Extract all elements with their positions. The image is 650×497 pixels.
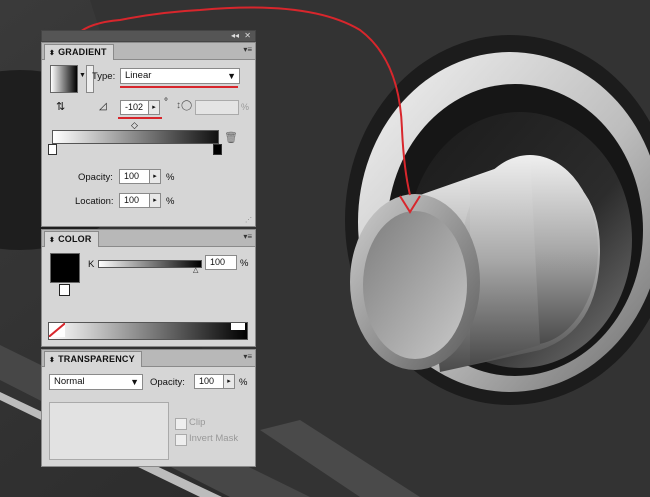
panel-menu-icon[interactable]: ▾≡ bbox=[243, 45, 252, 55]
type-select[interactable]: Linear ▼ bbox=[120, 68, 240, 84]
gradient-swatch[interactable] bbox=[50, 65, 78, 93]
k-slider-thumb[interactable]: △ bbox=[193, 266, 198, 274]
tab-arrows-icon: ⬍ bbox=[49, 50, 56, 57]
resize-grip-icon[interactable]: ⋰ bbox=[245, 216, 252, 224]
gradient-opacity-unit: % bbox=[166, 172, 175, 183]
invert-mask-label: Invert Mask bbox=[189, 433, 239, 444]
close-icon[interactable]: ✕ bbox=[244, 31, 251, 41]
transparency-panel: ⬍ TRANSPARENCY ▾≡ Normal ▼ Opacity: 100 ▸… bbox=[41, 349, 256, 467]
invert-mask-checkbox[interactable] bbox=[175, 434, 187, 446]
panel-menu-icon[interactable]: ▾≡ bbox=[243, 232, 252, 242]
swatch-dropdown-icon[interactable]: ▼ bbox=[79, 72, 86, 79]
k-channel-slider[interactable] bbox=[98, 260, 202, 268]
clip-checkbox[interactable] bbox=[175, 418, 187, 430]
color-tab-bar: ⬍ COLOR ▾≡ bbox=[42, 230, 255, 247]
tab-arrows-icon: ⬍ bbox=[49, 237, 56, 244]
k-channel-label: K bbox=[88, 259, 95, 270]
k-channel-unit: % bbox=[240, 258, 249, 269]
none-slash bbox=[49, 323, 65, 337]
tab-gradient-label: GRADIENT bbox=[58, 47, 107, 57]
aspect-percent: % bbox=[241, 102, 250, 112]
aspect-input bbox=[195, 100, 239, 115]
type-value: Linear bbox=[125, 70, 152, 81]
transparency-opacity-unit: % bbox=[239, 377, 248, 388]
blend-mode-value: Normal bbox=[54, 376, 85, 387]
angle-icon: ◿ bbox=[99, 101, 107, 112]
double-chevron-left-icon[interactable]: ◂◂ bbox=[231, 31, 239, 41]
chevron-down-icon: ▼ bbox=[227, 71, 236, 81]
knob-body bbox=[470, 155, 540, 365]
location-value: 100 bbox=[124, 195, 140, 205]
angle-spin-button[interactable]: ▸ bbox=[148, 100, 160, 115]
knob-face bbox=[363, 211, 467, 359]
tab-color[interactable]: ⬍ COLOR bbox=[44, 231, 99, 247]
transparency-opacity-spin[interactable]: ▸ bbox=[223, 374, 235, 389]
color-stop-black[interactable] bbox=[213, 144, 222, 155]
location-label: Location: bbox=[75, 196, 114, 207]
transparency-opacity-label: Opacity: bbox=[150, 377, 185, 388]
angle-value: -102 bbox=[125, 102, 144, 112]
chevron-down-icon: ▼ bbox=[130, 377, 139, 387]
tab-transparency-label: TRANSPARENCY bbox=[58, 354, 135, 364]
trash-icon[interactable]: 🗑 bbox=[224, 131, 238, 144]
reverse-gradient-icon[interactable]: ⇅ bbox=[56, 100, 65, 113]
panel-menu-icon[interactable]: ▾≡ bbox=[243, 352, 252, 362]
angle-underline bbox=[118, 117, 162, 119]
clip-label: Clip bbox=[189, 417, 206, 428]
tab-transparency[interactable]: ⬍ TRANSPARENCY bbox=[44, 351, 142, 367]
gradient-slider[interactable] bbox=[52, 130, 219, 144]
white-swatch[interactable] bbox=[231, 323, 245, 330]
gradient-tab-bar: ⬍ GRADIENT ▾≡ bbox=[42, 43, 255, 60]
transparency-tab-bar: ⬍ TRANSPARENCY ▾≡ bbox=[42, 350, 255, 367]
panel-dock-strip: ◂◂ ✕ bbox=[41, 30, 256, 42]
k-channel-input[interactable]: 100 bbox=[205, 255, 237, 270]
stroke-indicator-icon[interactable] bbox=[59, 284, 70, 296]
location-unit: % bbox=[166, 196, 175, 207]
gradient-opacity-label: Opacity: bbox=[78, 172, 113, 183]
degree-symbol: ° bbox=[164, 97, 168, 108]
type-underline bbox=[120, 86, 238, 88]
tab-color-label: COLOR bbox=[58, 234, 92, 244]
gradient-panel: ⬍ GRADIENT ▾≡ ▼ Type: Linear ▼ ⇅ ◿ -102 ▸… bbox=[41, 42, 256, 227]
color-stop-white[interactable] bbox=[48, 144, 57, 155]
gradient-opacity-value: 100 bbox=[124, 171, 140, 181]
blend-mode-select[interactable]: Normal ▼ bbox=[49, 374, 143, 390]
none-swatch[interactable] bbox=[49, 323, 65, 337]
location-spin[interactable]: ▸ bbox=[149, 193, 161, 208]
color-spectrum-ramp[interactable] bbox=[48, 322, 248, 340]
thumbnail-preview bbox=[49, 402, 169, 460]
tab-arrows-icon: ⬍ bbox=[49, 357, 56, 364]
k-channel-value: 100 bbox=[210, 257, 226, 267]
transparency-opacity-value: 100 bbox=[199, 376, 215, 386]
aspect-ratio-icon: ↕◯ bbox=[176, 100, 193, 111]
color-panel: ⬍ COLOR ▾≡ K △ 100 % bbox=[41, 229, 256, 347]
tab-gradient[interactable]: ⬍ GRADIENT bbox=[44, 44, 114, 60]
fill-color-swatch[interactable] bbox=[50, 253, 80, 283]
gradient-opacity-spin[interactable]: ▸ bbox=[149, 169, 161, 184]
type-label: Type: bbox=[92, 71, 116, 82]
